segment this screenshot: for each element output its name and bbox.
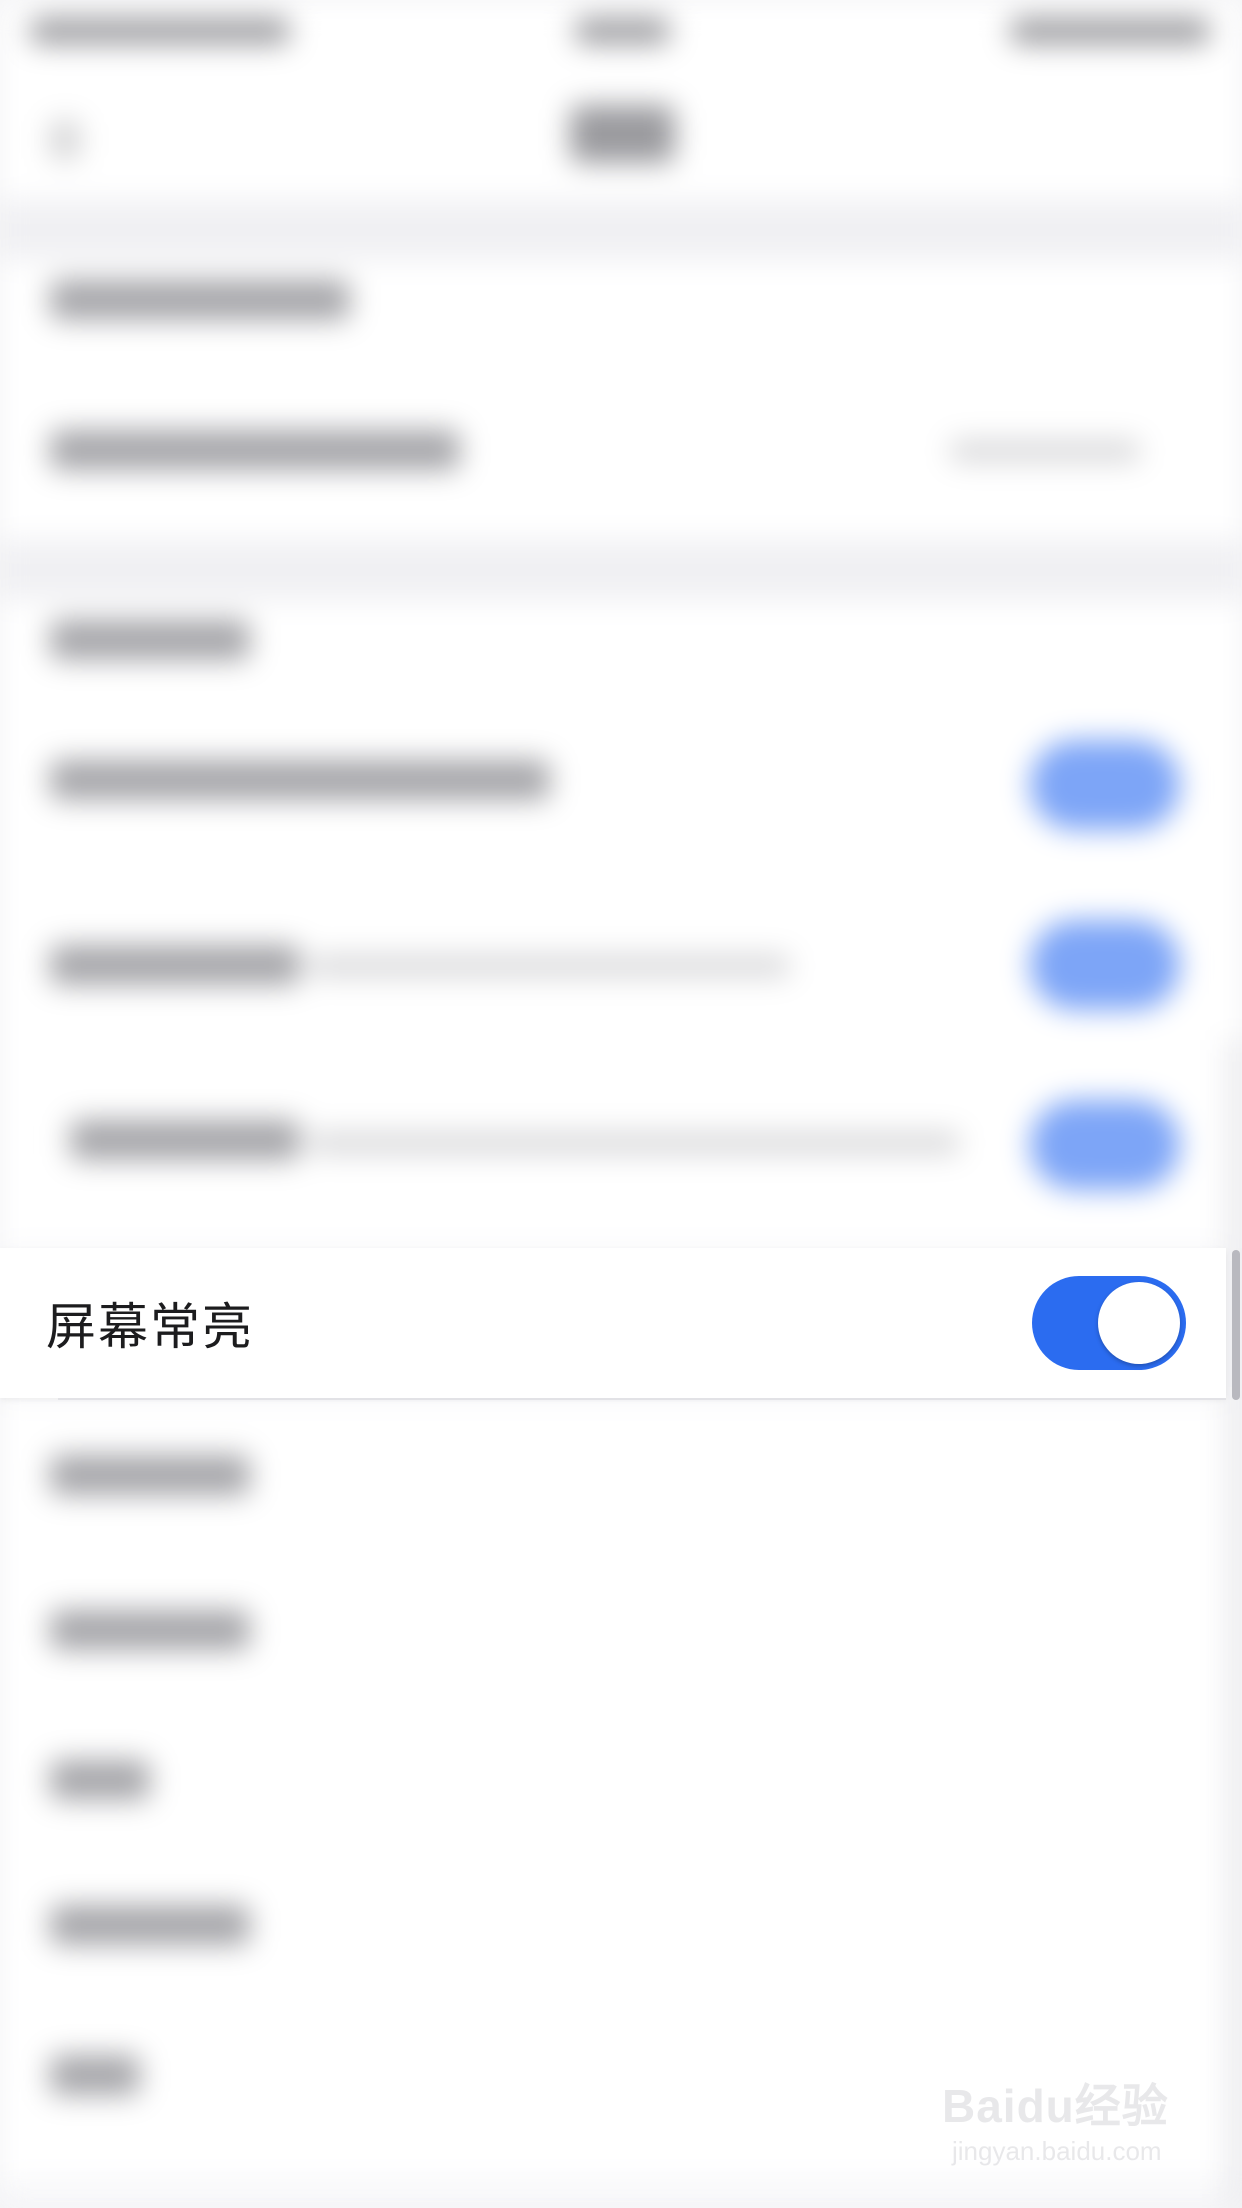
watermark-url: jingyan.baidu.com	[952, 2136, 1162, 2166]
baidu-jingyan-watermark: Baidu经验 jingyan.baidu.com	[942, 2070, 1182, 2180]
row-divider	[58, 1398, 1226, 1400]
blurred-background	[0, 0, 1242, 2208]
nav-bar	[0, 60, 1242, 200]
screen-always-on-toggle[interactable]	[1032, 1276, 1186, 1370]
section-group-2	[0, 600, 1242, 1248]
settings-screen: 屏幕常亮 Baidu经验 jingyan.baidu.com	[0, 0, 1242, 2208]
setting-label: 屏幕常亮	[46, 1298, 254, 1356]
watermark-logo: Baidu经验	[942, 2080, 1169, 2132]
toggle-knob	[1098, 1282, 1180, 1364]
setting-row-screen-always-on[interactable]: 屏幕常亮	[0, 1248, 1226, 1400]
section-group-1	[0, 260, 1242, 540]
section-group-3	[0, 1400, 1242, 2180]
scroll-indicator[interactable]	[1232, 1250, 1240, 1400]
status-bar	[0, 0, 1242, 60]
